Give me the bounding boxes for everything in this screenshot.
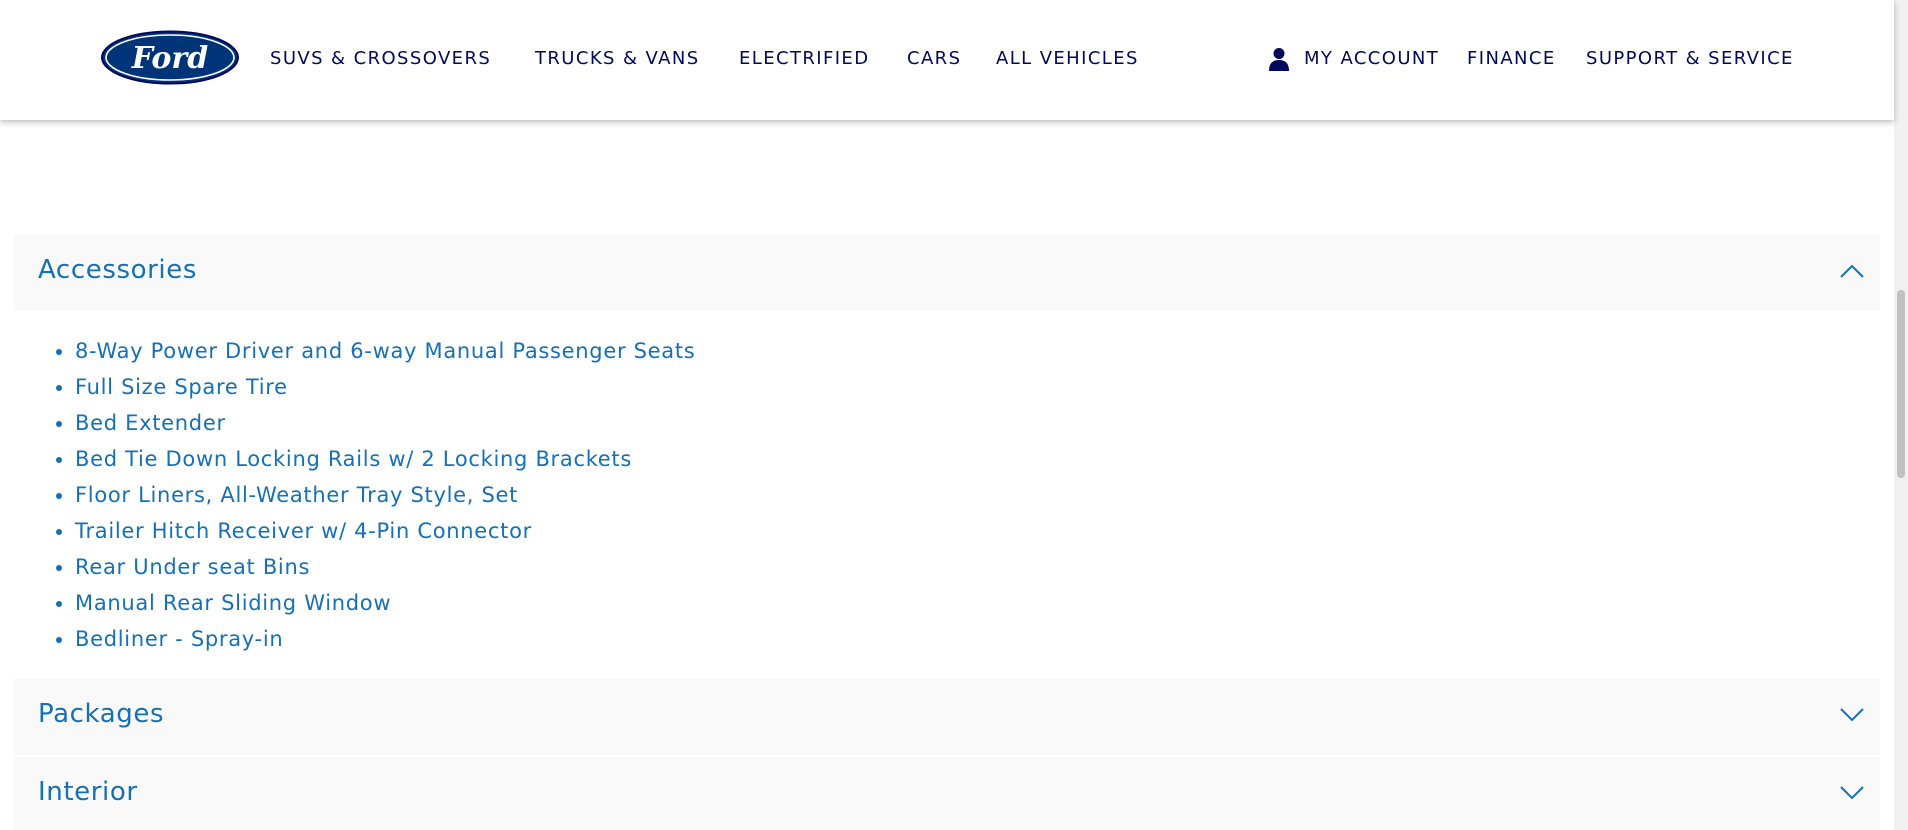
scrollbar-thumb[interactable]: [1897, 290, 1905, 478]
nav-electrified[interactable]: ELECTRIFIED: [739, 48, 869, 69]
nav-support-service[interactable]: SUPPORT & SERVICE: [1586, 48, 1794, 69]
list-item: Rear Under seat Bins: [56, 554, 695, 590]
nav-all-vehicles[interactable]: ALL VEHICLES: [996, 48, 1139, 69]
nav-cars[interactable]: CARS: [907, 48, 961, 69]
page: Ford SUVS & CROSSOVERS TRUCKS & VANS ELE…: [0, 0, 1908, 830]
list-item: Bed Extender: [56, 410, 695, 446]
list-item: Bedliner - Spray-in: [56, 626, 695, 662]
nav-my-account[interactable]: MY ACCOUNT: [1304, 48, 1439, 69]
accessories-list: 8-Way Power Driver and 6-way Manual Pass…: [56, 338, 695, 662]
accordion-accessories-title: Accessories: [38, 255, 197, 285]
page-scrollbar[interactable]: [1894, 0, 1908, 830]
chevron-up-icon[interactable]: [1840, 263, 1864, 279]
accordion-accessories-header[interactable]: Accessories: [14, 235, 1880, 311]
accordion-packages-header[interactable]: Packages: [14, 679, 1880, 755]
ford-logo[interactable]: Ford: [100, 30, 240, 85]
list-item: Trailer Hitch Receiver w/ 4-Pin Connecto…: [56, 518, 695, 554]
list-item: Manual Rear Sliding Window: [56, 590, 695, 626]
accordion-interior-title: Interior: [38, 777, 138, 807]
chevron-down-icon[interactable]: [1840, 785, 1864, 801]
list-item: Floor Liners, All-Weather Tray Style, Se…: [56, 482, 695, 518]
site-header: Ford SUVS & CROSSOVERS TRUCKS & VANS ELE…: [0, 0, 1894, 120]
accordion-packages-title: Packages: [38, 699, 165, 729]
chevron-down-icon[interactable]: [1840, 707, 1864, 723]
user-icon[interactable]: [1268, 47, 1290, 71]
nav-finance[interactable]: FINANCE: [1467, 48, 1556, 69]
ford-logo-text: Ford: [131, 41, 208, 76]
accordion-interior-header[interactable]: Interior: [14, 757, 1880, 830]
list-item: 8-Way Power Driver and 6-way Manual Pass…: [56, 338, 695, 374]
list-item: Full Size Spare Tire: [56, 374, 695, 410]
nav-suvs-crossovers[interactable]: SUVS & CROSSOVERS: [270, 48, 491, 69]
list-item: Bed Tie Down Locking Rails w/ 2 Locking …: [56, 446, 695, 482]
nav-trucks-vans[interactable]: TRUCKS & VANS: [535, 48, 700, 69]
